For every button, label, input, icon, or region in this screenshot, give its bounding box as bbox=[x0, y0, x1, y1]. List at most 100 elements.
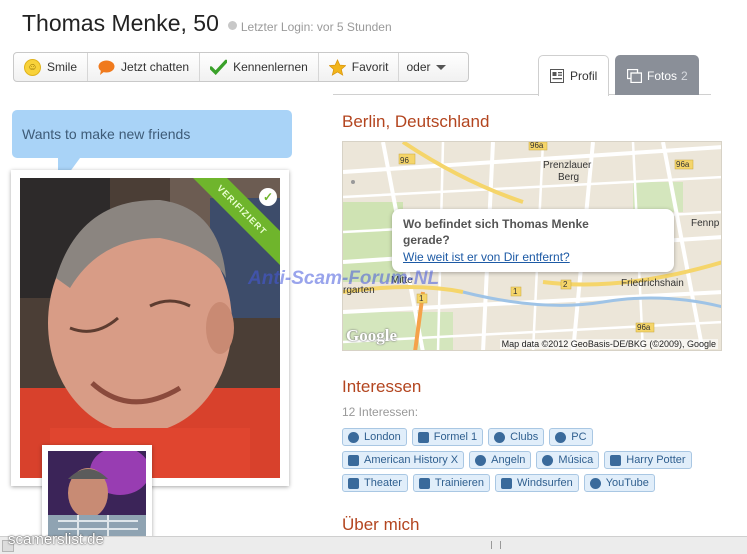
interest-label: YouTube bbox=[605, 477, 649, 489]
interest-tag[interactable]: Theater bbox=[342, 474, 408, 492]
interests-title: Interessen bbox=[342, 377, 422, 396]
road-label: 96a bbox=[530, 141, 544, 150]
star-icon bbox=[328, 58, 346, 76]
smile-button[interactable]: ☺ Smile bbox=[14, 53, 89, 81]
scroll-grip[interactable] bbox=[491, 541, 501, 549]
distance-link[interactable]: Wie weit ist er von Dir entfernt? bbox=[403, 250, 570, 264]
map-popup-question-2: gerade? bbox=[403, 233, 450, 247]
interest-tag[interactable]: London bbox=[342, 428, 407, 446]
guitar-icon bbox=[542, 454, 554, 466]
profile-card-icon bbox=[550, 69, 564, 83]
tv-icon bbox=[348, 454, 359, 466]
favorite-button[interactable]: Favorit bbox=[319, 53, 400, 81]
photos-count: 2 bbox=[681, 68, 688, 83]
interest-label: Harry Potter bbox=[626, 454, 686, 466]
map-credit: Map data ©2012 GeoBasis-DE/BKG (©2009), … bbox=[499, 339, 718, 349]
interest-label: PC bbox=[571, 431, 587, 443]
interest-label: Theater bbox=[364, 477, 402, 489]
book-icon bbox=[348, 477, 359, 489]
tab-profile[interactable]: Profil bbox=[538, 55, 609, 96]
interest-label: Formel 1 bbox=[433, 431, 478, 443]
road-label: 96a bbox=[637, 323, 651, 332]
map-popup-question: Wo befindet sich Thomas Menke bbox=[403, 217, 589, 231]
road-label: 2 bbox=[563, 280, 568, 289]
road-label: 96a bbox=[676, 160, 690, 169]
tag-row: American History X Angeln Música Harry P… bbox=[342, 451, 712, 469]
chat-bubble-icon bbox=[98, 59, 115, 76]
map-place-label: Berg bbox=[558, 172, 580, 183]
interest-tag[interactable]: YouTube bbox=[583, 474, 655, 492]
interest-label: London bbox=[364, 431, 401, 443]
road-label: 1 bbox=[513, 287, 518, 296]
guitar-icon bbox=[589, 477, 601, 489]
interest-tag[interactable]: American History X bbox=[342, 451, 465, 469]
more-label: oder bbox=[406, 60, 431, 74]
pacman-icon bbox=[555, 431, 567, 443]
guitar-icon bbox=[475, 454, 487, 466]
map-popup: Wo befindet sich Thomas Menke gerade? Wi… bbox=[392, 209, 674, 272]
tab-profile-label: Profil bbox=[570, 69, 598, 83]
disco-icon bbox=[494, 431, 506, 443]
interest-label: Angeln bbox=[491, 454, 526, 466]
location-title: Berlin, Deutschland bbox=[342, 112, 490, 131]
main-photo-frame: VERIFIZIERT ✓ bbox=[11, 170, 289, 486]
status-message: Wants to make new friends bbox=[22, 126, 191, 142]
location-map[interactable]: 96 96a 96a 1 2 1 96a Prenzlauer Berg Fen… bbox=[342, 141, 722, 351]
interest-tag[interactable]: Formel 1 bbox=[411, 428, 484, 446]
photos-icon bbox=[626, 68, 643, 83]
interests-tags: London Formel 1 Clubs PC American Histor… bbox=[342, 428, 712, 497]
photo-thumbnail[interactable] bbox=[48, 451, 146, 539]
smile-icon: ☺ bbox=[24, 58, 41, 76]
smile-label: Smile bbox=[47, 60, 78, 74]
tag-row: London Formel 1 Clubs PC bbox=[342, 428, 712, 446]
road-label: 1 bbox=[419, 294, 424, 303]
profile-photo[interactable]: VERIFIZIERT ✓ bbox=[20, 178, 280, 478]
chat-button[interactable]: Jetzt chatten bbox=[88, 53, 201, 81]
interest-tag[interactable]: Windsurfen bbox=[495, 474, 579, 492]
tab-photos[interactable]: Fotos 2 bbox=[615, 55, 699, 95]
interest-label: American History X bbox=[364, 454, 459, 466]
verified-check-icon: ✓ bbox=[259, 188, 277, 206]
profile-name: Thomas Menke, 50 bbox=[22, 10, 219, 36]
tv-icon bbox=[610, 454, 622, 466]
interest-tag[interactable]: PC bbox=[549, 428, 593, 446]
interest-label: Trainieren bbox=[434, 477, 485, 489]
watermark: Anti-Scam-Forum-NL bbox=[248, 268, 440, 289]
status-bubble: Wants to make new friends bbox=[12, 110, 292, 158]
last-login: Letzter Login: vor 5 Stunden bbox=[240, 20, 392, 34]
interest-tag[interactable]: Angeln bbox=[469, 451, 532, 469]
site-watermark: scamerslist.de bbox=[8, 531, 104, 548]
about-title: Über mich bbox=[342, 515, 420, 534]
map-place-label: Friedrichshain bbox=[621, 278, 684, 289]
meet-button[interactable]: Kennenlernen bbox=[200, 53, 319, 81]
globe-icon bbox=[348, 431, 359, 443]
interests-count: 12 Interessen: bbox=[342, 405, 419, 419]
interest-label: Música bbox=[558, 454, 594, 466]
thumbnail-frame bbox=[42, 445, 152, 545]
interest-tag[interactable]: Harry Potter bbox=[604, 451, 692, 469]
favorite-label: Favorit bbox=[351, 60, 389, 74]
online-status-dot bbox=[227, 21, 237, 30]
map-place-label: Fennp bbox=[691, 218, 720, 229]
trophy-icon bbox=[417, 431, 429, 443]
trophy-icon bbox=[501, 477, 513, 489]
trophy-icon bbox=[418, 477, 430, 489]
tag-row: Theater Trainieren Windsurfen YouTube bbox=[342, 474, 712, 492]
interest-label: Windsurfen bbox=[517, 477, 573, 489]
checkmark-icon bbox=[210, 59, 228, 76]
map-place-label: Prenzlauer bbox=[543, 160, 592, 171]
chat-label: Jetzt chatten bbox=[121, 60, 190, 74]
horizontal-scrollbar[interactable] bbox=[0, 536, 747, 554]
action-bar: ☺ Smile Jetzt chatten Kennenlernen Favor… bbox=[13, 52, 469, 82]
interest-tag[interactable]: Clubs bbox=[488, 428, 545, 446]
interest-tag[interactable]: Música bbox=[536, 451, 600, 469]
more-dropdown[interactable]: oder bbox=[399, 53, 452, 81]
meet-label: Kennenlernen bbox=[233, 60, 308, 74]
road-label: 96 bbox=[400, 156, 409, 165]
interest-label: Clubs bbox=[510, 431, 539, 443]
chevron-down-icon bbox=[435, 64, 446, 70]
interest-tag[interactable]: Trainieren bbox=[412, 474, 491, 492]
profile-header: Thomas Menke, 50 Letzter Login: vor 5 St… bbox=[22, 10, 392, 42]
google-logo: Google bbox=[346, 326, 397, 345]
tab-photos-label: Fotos bbox=[647, 68, 678, 83]
